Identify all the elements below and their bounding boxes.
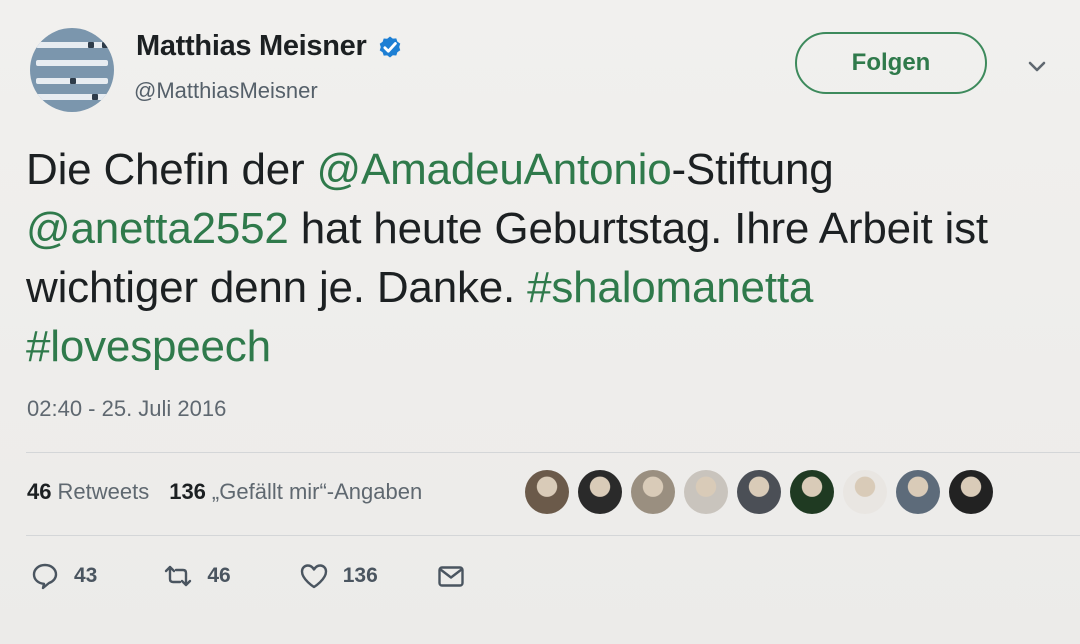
liker-avatar-6[interactable] <box>790 470 834 514</box>
retweets-count: 46 <box>27 479 52 504</box>
author-display-name[interactable]: Matthias Meisner <box>136 30 367 63</box>
direct-message-button[interactable] <box>436 561 466 591</box>
liker-avatar-4[interactable] <box>684 470 728 514</box>
tweet-actions: 43 46 136 <box>30 561 466 591</box>
liker-avatar-2[interactable] <box>578 470 622 514</box>
liker-avatar-3[interactable] <box>631 470 675 514</box>
reply-bubble-icon <box>32 563 58 590</box>
hashtag-link[interactable]: #shalomanetta <box>527 263 813 312</box>
author-avatar[interactable] <box>30 28 114 112</box>
tweet-text-segment: Die Chefin der <box>26 145 317 194</box>
author-handle[interactable]: @MatthiasMeisner <box>134 78 318 104</box>
follow-button[interactable]: Folgen <box>795 32 987 94</box>
retweet-count: 46 <box>207 564 231 587</box>
liker-avatar-5[interactable] <box>737 470 781 514</box>
retweets-stat[interactable]: 46 Retweets <box>27 479 149 505</box>
tweet-text: Die Chefin der @AmadeuAntonio-Stiftung @… <box>26 140 1026 376</box>
tweet-timestamp[interactable]: 02:40 - 25. Juli 2016 <box>27 396 226 422</box>
like-button[interactable]: 136 <box>299 561 378 591</box>
liker-avatar-9[interactable] <box>949 470 993 514</box>
likers-avatars <box>525 470 1002 514</box>
heart-icon <box>300 564 327 589</box>
liker-avatar-8[interactable] <box>896 470 940 514</box>
likes-count: 136 <box>169 479 206 504</box>
likes-stat[interactable]: 136 „Gefällt mir“-Angaben <box>169 479 422 505</box>
divider <box>26 452 1080 453</box>
mention-link[interactable]: @AmadeuAntonio <box>316 145 671 194</box>
like-count: 136 <box>342 564 378 587</box>
envelope-icon <box>438 566 464 587</box>
author-name-row[interactable]: Matthias Meisner <box>136 30 404 63</box>
tweet-text-segment: -Stiftung <box>671 145 834 194</box>
liker-avatar-1[interactable] <box>525 470 569 514</box>
verified-badge-icon <box>379 36 400 57</box>
chevron-down-icon[interactable] <box>1024 56 1050 76</box>
tweet-card: Matthias Meisner @MatthiasMeisner Folgen… <box>0 0 1080 644</box>
hashtag-link[interactable]: #lovespeech <box>26 322 271 371</box>
retweet-button[interactable]: 46 <box>163 561 231 591</box>
reply-button[interactable]: 43 <box>30 561 97 591</box>
retweet-arrows-icon <box>165 565 192 587</box>
likes-label: „Gefällt mir“-Angaben <box>211 479 423 504</box>
reply-count: 43 <box>74 564 98 587</box>
retweets-label: Retweets <box>57 479 150 504</box>
mention-link[interactable]: @anetta2552 <box>26 204 289 253</box>
engagement-stats: 46 Retweets 136 „Gefällt mir“-Angaben <box>27 479 422 505</box>
liker-avatar-7[interactable] <box>843 470 887 514</box>
divider <box>26 535 1080 536</box>
